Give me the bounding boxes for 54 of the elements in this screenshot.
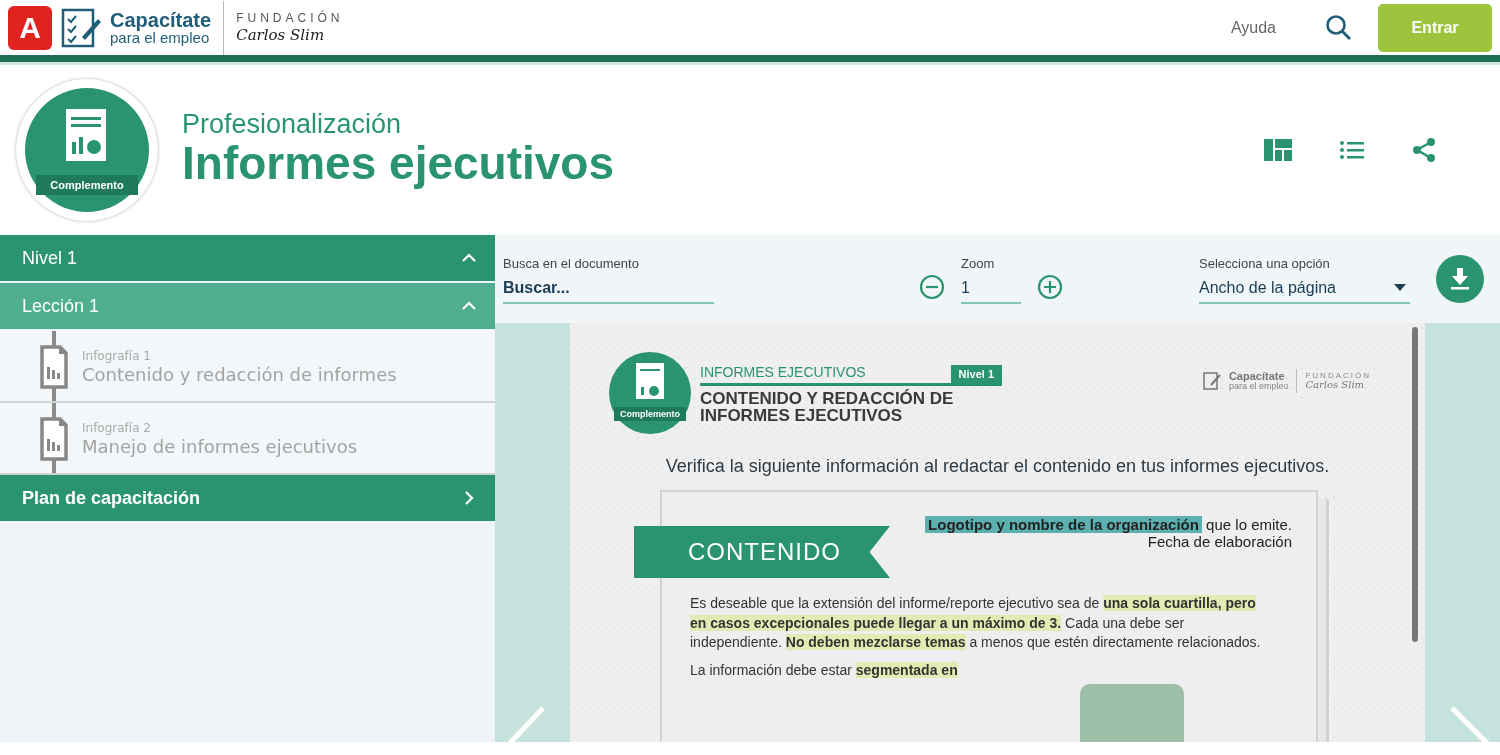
share-icon[interactable] (1412, 138, 1436, 162)
document-badge-icon: Complemento (608, 351, 692, 435)
section-ribbon: CONTENIDO (634, 526, 890, 578)
option-select[interactable]: Ancho de la página (1199, 273, 1410, 304)
brand-name: Capacítate (1228, 371, 1286, 382)
field-label: Zoom (961, 255, 996, 274)
organization-note: Logotipo y nombre de la organización que lo emite. (925, 516, 1292, 534)
grid-view-icon[interactable] (1264, 139, 1292, 161)
download-button[interactable] (1436, 255, 1484, 303)
level-header[interactable]: Plan de capacitación (0, 475, 495, 521)
course-icon: Complemento (16, 79, 158, 221)
field-label: Selecciona una opción (1199, 255, 1331, 274)
menu-label: Plan de capacitación (22, 486, 201, 510)
brand-tagline: para el empleo (110, 30, 210, 45)
menu-label: Nivel 1 (22, 246, 78, 270)
foundation-name: Carlos Slim (1305, 380, 1366, 390)
level-header[interactable]: Nivel 1 (0, 235, 495, 281)
body-text: La información debe estar segmentada en (690, 660, 959, 680)
intro-text: Verifica la siguiente información al redactar el contenido en tus informes ejecutivos. (664, 455, 1331, 478)
search-field[interactable]: Buscar... (503, 273, 714, 304)
checklist-icon (1202, 372, 1221, 390)
plus-circle-icon[interactable] (1037, 273, 1063, 300)
course-category: Profesionalización (182, 111, 403, 139)
resource-item[interactable]: Infografía 2 Manejo de informes ejecutivos (0, 403, 495, 475)
brand-tagline: para el empleo (1228, 382, 1289, 391)
search-icon[interactable] (1324, 12, 1354, 43)
foundation-name: Carlos Slim (236, 28, 326, 43)
date-note: Fecha de elaboración (1146, 533, 1292, 551)
resource-title: Contenido y redacción de informes (82, 365, 398, 385)
infographic-icon (40, 345, 68, 389)
resource-caption: Infografía 2 (82, 420, 152, 438)
course-title: Informes ejecutivos (182, 138, 615, 189)
foundation-label: FUNDACIÓN (236, 12, 344, 24)
infographic-icon (40, 417, 68, 461)
checklist-icon (60, 6, 102, 49)
field-label: Busca en el documento (503, 255, 640, 274)
download-icon (1450, 268, 1470, 290)
document-series: INFORMES EJECUTIVOS (700, 363, 866, 382)
level-tag: Nivel 1 (950, 364, 1002, 383)
resource-item[interactable]: Infografía 1 Contenido y redacción de informes (0, 331, 495, 403)
resource-caption: Infografía 1 (82, 348, 152, 366)
logo-badge: A (8, 5, 52, 50)
minus-circle-icon[interactable] (919, 273, 945, 300)
login-button[interactable]: Entrar (1378, 3, 1492, 52)
help-link[interactable]: Ayuda (1230, 15, 1276, 40)
lesson-header[interactable]: Lección 1 (0, 283, 495, 329)
caret-icon (1394, 283, 1406, 292)
zoom-field[interactable]: 1 (961, 273, 1021, 304)
foundation-label: FUNDACIÓN (1305, 372, 1371, 380)
menu-label: Lección 1 (22, 294, 100, 318)
resource-title: Manejo de informes ejecutivos (82, 437, 359, 457)
list-icon[interactable] (1340, 141, 1364, 159)
document-title: CONTENIDO Y REDACCIÓN DE INFORMES EJECUTIVOS (700, 390, 955, 424)
body-text: Es deseable que la extensión del informe/reporte ejecutivo sea de una sola cuartilla, pero en casos excepcionales puede llegar a un máximo de 3. Cada una debe ser independiente. No deben mezclarse temas a menos que estén directamente relacionados. (690, 594, 1262, 653)
